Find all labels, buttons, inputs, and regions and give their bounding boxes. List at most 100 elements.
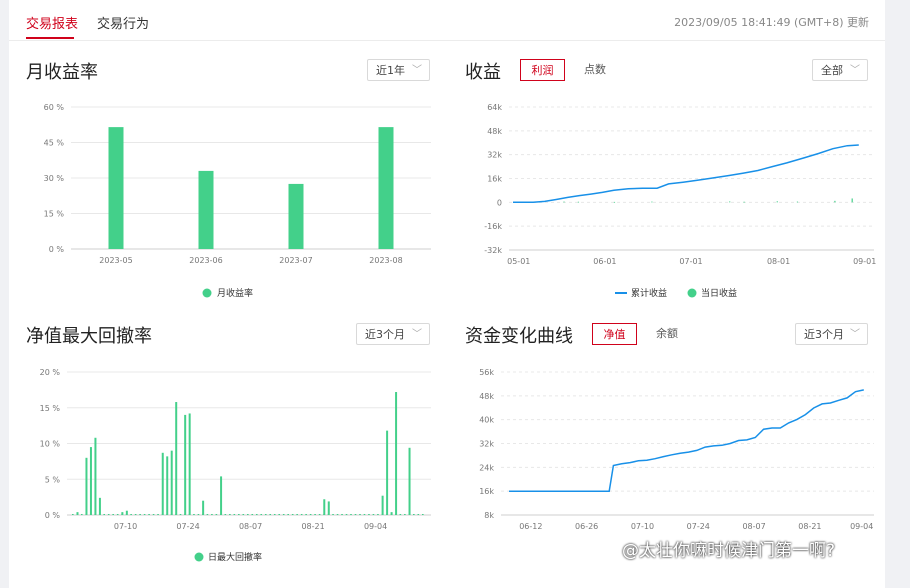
chevron-down-icon: ﹀	[412, 65, 422, 76]
bar-2023-07	[288, 183, 304, 249]
baseline-tick	[211, 514, 213, 515]
baseline-tick	[264, 514, 267, 515]
y-tick-label: 10 %	[40, 440, 61, 449]
baseline-tick	[224, 514, 227, 515]
baseline-tick	[296, 514, 298, 515]
y-tick-label: 56k	[479, 368, 494, 377]
points-mode-toggle[interactable]: 点数	[577, 59, 613, 81]
capital-range-value: 近3个月	[804, 328, 844, 341]
y-tick-label: 60 %	[44, 103, 65, 112]
baseline-tick	[291, 514, 294, 515]
drawdown-bar	[166, 456, 169, 515]
bar-2023-05	[108, 127, 124, 249]
drawdown-bar	[386, 430, 389, 515]
baseline-tick	[251, 514, 254, 515]
baseline-tick	[143, 514, 146, 515]
baseline-tick	[363, 514, 366, 515]
baseline-tick	[255, 514, 258, 515]
y-tick-label: 5 %	[45, 475, 61, 484]
chevron-down-icon: ﹀	[850, 65, 860, 76]
tab-trade-report[interactable]: 交易报表	[26, 13, 78, 32]
drawdown-bar	[98, 497, 101, 515]
y-tick-label: -16k	[484, 222, 502, 231]
cumulative-profit-line	[513, 144, 859, 204]
y-tick-label: 40k	[479, 416, 494, 425]
tab-trade-behavior[interactable]: 交易行为	[97, 13, 149, 32]
drawdown-chart: 20 % 15 % 10 % 5 % 0 % 07-10 07-24 08-07 08-21 09…	[40, 368, 431, 563]
x-tick-label: 07-24	[176, 522, 199, 531]
x-tick-label: 08-21	[301, 522, 324, 531]
drawdown-bar	[184, 414, 187, 515]
drawdown-bar	[125, 510, 128, 515]
baseline-tick	[233, 514, 236, 515]
drawdown-bar	[89, 447, 92, 515]
baseline-tick	[318, 514, 321, 515]
drawdown-range-dropdown[interactable]: 近3个月 ﹀	[356, 323, 430, 345]
drawdown-bar	[188, 413, 191, 515]
y-tick-label: 0 %	[45, 511, 61, 520]
baseline-tick	[269, 514, 272, 515]
drawdown-bar	[161, 452, 164, 515]
baseline-tick	[197, 514, 200, 515]
baseline-tick	[422, 514, 424, 515]
x-tick-label: 05-01	[507, 257, 530, 266]
y-tick-label: 24k	[479, 463, 494, 472]
x-tick-label: 06-01	[593, 257, 616, 266]
y-tick-label: 64k	[487, 103, 502, 112]
report-tabs: 交易报表 交易行为 2023/09/05 18:41:49 (GMT+8) 更新	[9, 0, 885, 41]
drawdown-bar	[408, 447, 411, 515]
daily-profit-bar	[563, 201, 565, 203]
profit-range-dropdown[interactable]: 全部 ﹀	[812, 59, 868, 81]
daily-profit-bar	[577, 201, 580, 203]
x-tick-label: 08-21	[798, 522, 821, 531]
baseline-tick	[152, 514, 155, 515]
baseline-tick	[404, 514, 406, 515]
active-tab-indicator	[26, 37, 74, 39]
baseline-tick	[193, 514, 195, 515]
baseline-tick	[148, 514, 150, 515]
y-tick-label: 48k	[479, 392, 494, 401]
drawdown-title: 净值最大回撤率	[26, 326, 152, 347]
y-tick-label: 32k	[479, 440, 494, 449]
drawdown-bar	[395, 392, 398, 515]
x-tick-label: 09-04	[850, 522, 873, 531]
baseline-tick	[107, 514, 110, 515]
daily-profit-bar	[613, 201, 616, 203]
baseline-tick	[139, 514, 141, 515]
chevron-down-icon: ﹀	[850, 329, 860, 340]
drawdown-bar	[170, 450, 173, 515]
x-tick-label: 2023-07	[279, 256, 312, 265]
x-tick-label: 07-24	[687, 522, 710, 531]
baseline-tick	[350, 514, 352, 515]
baseline-tick	[300, 514, 303, 515]
baseline-tick	[112, 514, 114, 515]
baseline-tick	[372, 514, 375, 515]
baseline-tick	[238, 514, 240, 515]
baseline-tick	[273, 514, 276, 515]
drawdown-bar	[327, 501, 330, 515]
drawdown-bar	[85, 457, 88, 515]
drawdown-bar	[323, 499, 326, 515]
update-timestamp: 2023/09/05 18:41:49 (GMT+8) 更新	[674, 16, 869, 29]
net-value-toggle[interactable]: 净值	[592, 323, 637, 345]
balance-toggle[interactable]: 余额	[649, 323, 685, 345]
bar-2023-06	[198, 170, 214, 249]
baseline-tick	[80, 514, 83, 515]
y-tick-label: 15 %	[40, 404, 61, 413]
baseline-tick	[399, 514, 402, 515]
baseline-tick	[413, 514, 415, 515]
profit-chart: 64k 48k 32k 16k 0 -16k -32k 05-01 06-01 07-01 08-0…	[484, 103, 876, 299]
daily-profit-bar	[834, 200, 836, 203]
baseline-tick	[229, 514, 231, 515]
daily-profit-bar	[851, 198, 853, 203]
watermark: @太壮你嘛时候津门第一啊?	[622, 541, 836, 561]
monthly-range-dropdown[interactable]: 近1年 ﹀	[367, 59, 430, 81]
capital-range-dropdown[interactable]: 近3个月 ﹀	[795, 323, 868, 345]
drawdown-bar	[121, 512, 124, 515]
x-tick-label: 07-01	[679, 257, 702, 266]
legend-label: 累计收益	[631, 287, 667, 299]
chevron-down-icon: ﹀	[412, 329, 422, 340]
profit-mode-toggle[interactable]: 利润	[520, 59, 565, 81]
net-value-line	[509, 389, 864, 492]
baseline-tick	[103, 514, 106, 515]
